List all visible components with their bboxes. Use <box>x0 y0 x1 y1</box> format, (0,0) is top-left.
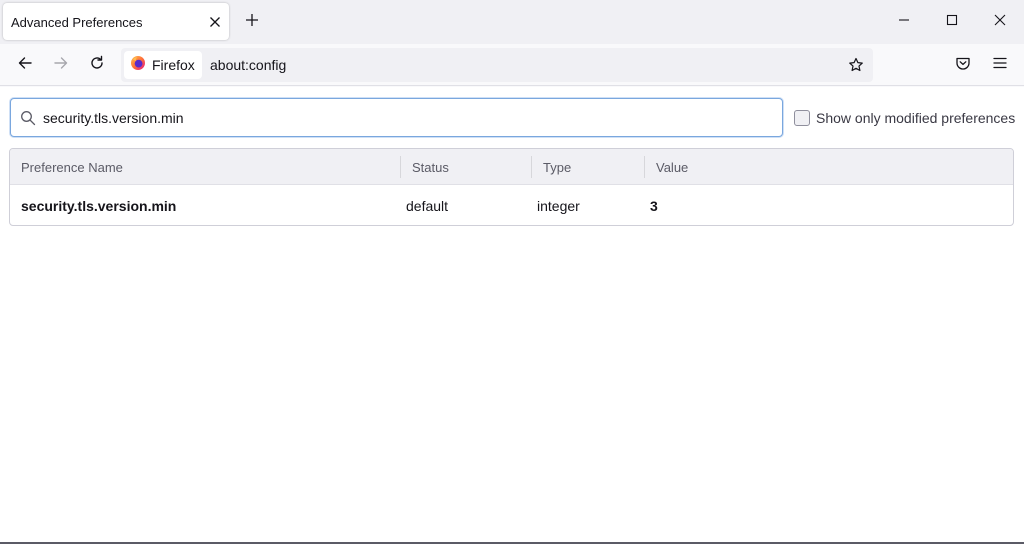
firefox-logo-icon <box>130 55 146 76</box>
search-icon <box>20 110 36 131</box>
maximize-button[interactable] <box>941 11 963 33</box>
identity-label: Firefox <box>152 57 195 73</box>
maximize-icon <box>946 13 958 31</box>
column-header-status[interactable]: Status <box>412 160 449 175</box>
show-modified-checkbox[interactable] <box>794 110 810 126</box>
hamburger-icon <box>992 55 1008 76</box>
search-box[interactable] <box>10 98 783 137</box>
pref-status-cell: default <box>406 198 449 214</box>
search-input[interactable] <box>43 107 763 129</box>
preferences-table: Preference Name Status Type Value securi… <box>9 148 1014 226</box>
pref-value-cell[interactable]: 3 <box>650 198 658 214</box>
pocket-button[interactable] <box>950 53 976 77</box>
column-header-name[interactable]: Preference Name <box>21 160 123 175</box>
column-divider <box>531 156 532 178</box>
arrow-left-icon <box>17 55 33 76</box>
column-divider <box>400 156 401 178</box>
reload-button[interactable] <box>84 53 110 77</box>
minimize-button[interactable] <box>893 11 915 33</box>
url-bar[interactable]: Firefox about:config <box>121 48 873 82</box>
window-close-button[interactable] <box>989 11 1011 33</box>
about-config-page: Show only modified preferences Preferenc… <box>0 87 1024 542</box>
identity-box[interactable]: Firefox <box>124 51 202 79</box>
table-header: Preference Name Status Type Value <box>10 149 1013 185</box>
pocket-icon <box>955 55 971 76</box>
column-header-type[interactable]: Type <box>543 160 571 175</box>
navigation-toolbar: Firefox about:config <box>0 44 1024 86</box>
tab-strip: Advanced Preferences <box>0 0 1024 44</box>
pref-name-cell: security.tls.version.min <box>21 198 177 214</box>
show-modified-checkbox-row[interactable]: Show only modified preferences <box>794 110 1015 126</box>
tab-advanced-preferences[interactable]: Advanced Preferences <box>3 3 229 40</box>
pref-type-cell: integer <box>537 198 580 214</box>
column-header-value[interactable]: Value <box>656 160 688 175</box>
bookmark-star-button[interactable] <box>845 54 867 76</box>
star-icon <box>849 57 863 72</box>
app-menu-button[interactable] <box>987 53 1013 77</box>
back-button[interactable] <box>12 53 38 77</box>
tab-title: Advanced Preferences <box>11 15 143 30</box>
plus-icon <box>245 13 259 32</box>
forward-button[interactable] <box>48 53 74 77</box>
arrow-right-icon <box>53 55 69 76</box>
show-modified-label: Show only modified preferences <box>816 110 1016 126</box>
reload-icon <box>89 55 105 76</box>
close-icon[interactable] <box>206 13 224 31</box>
url-text[interactable]: about:config <box>210 57 286 73</box>
new-tab-button[interactable] <box>241 11 263 33</box>
column-divider <box>644 156 645 178</box>
minimize-icon <box>898 13 910 31</box>
close-icon <box>994 13 1006 31</box>
table-row[interactable]: security.tls.version.min default integer… <box>10 185 1013 225</box>
